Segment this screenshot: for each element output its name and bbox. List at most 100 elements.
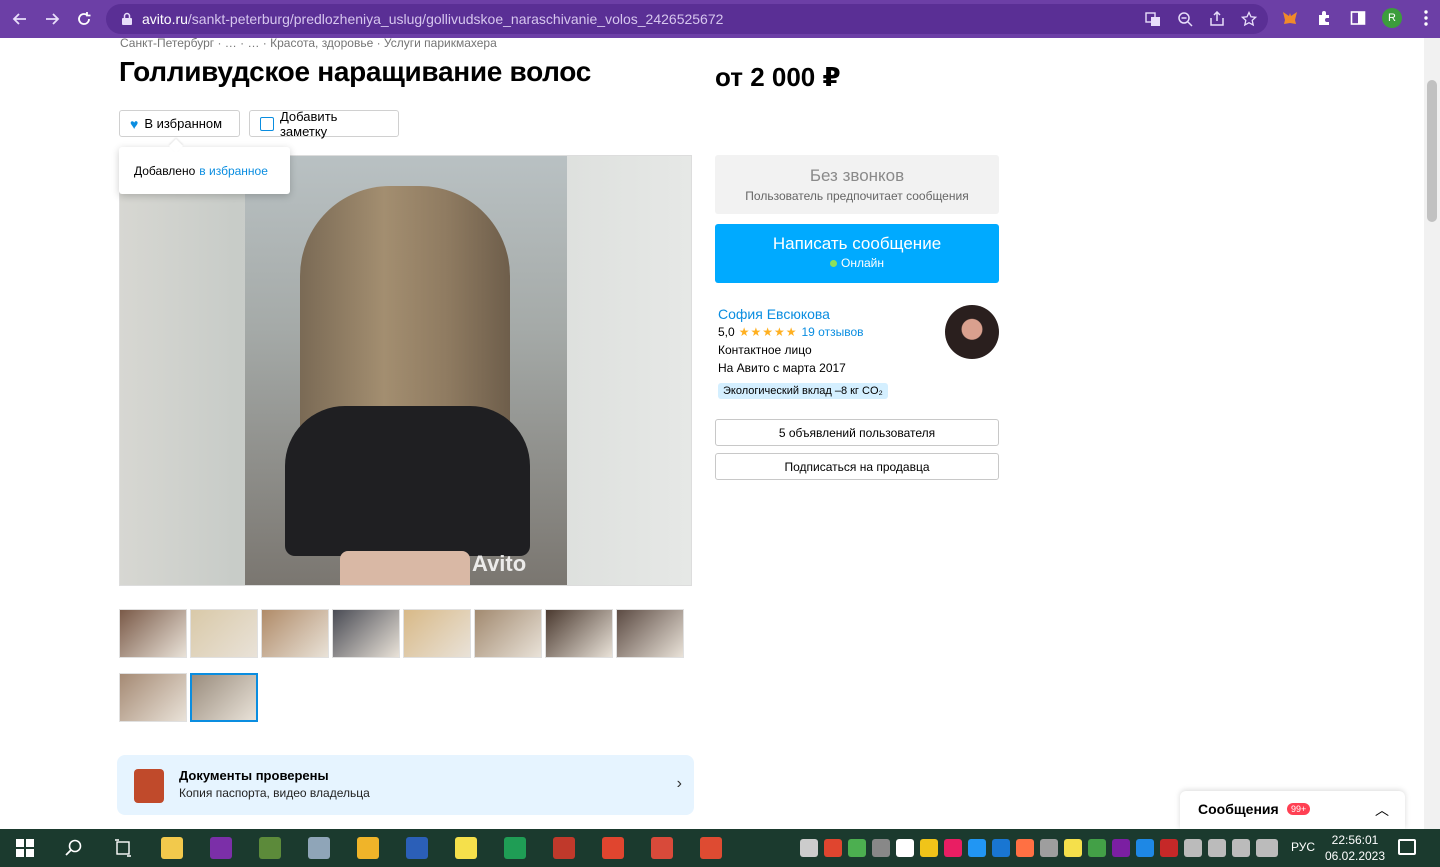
word-icon[interactable] — [392, 829, 441, 867]
price: от 2 000 ₽ — [715, 62, 841, 92]
subscribe-seller-button[interactable]: Подписаться на продавца — [715, 453, 999, 480]
tooltip-favorites-link[interactable]: в избранное — [199, 164, 268, 178]
task-view-icon[interactable] — [98, 829, 147, 867]
thumbnail[interactable] — [190, 609, 258, 658]
app-red-icon[interactable] — [539, 829, 588, 867]
profile-avatar[interactable]: R — [1382, 8, 1402, 28]
explorer-icon[interactable] — [343, 829, 392, 867]
window-icon[interactable] — [1040, 839, 1058, 857]
metamask-icon[interactable] — [1280, 8, 1300, 28]
notes-icon[interactable] — [920, 839, 938, 857]
battery-icon[interactable] — [1184, 839, 1202, 857]
seller-name-link[interactable]: София Евсюкова — [718, 306, 830, 322]
heart-icon: ♥ — [130, 115, 139, 132]
breadcrumb[interactable]: Санкт-Петербург · … · … · Красота, здоро… — [120, 38, 497, 50]
scrollbar-thumb[interactable] — [1427, 80, 1437, 222]
favorite-tooltip: Добавлено в избранное — [119, 147, 290, 194]
skype-icon[interactable] — [992, 839, 1010, 857]
photo-skin — [340, 551, 470, 585]
forward-icon[interactable] — [36, 3, 68, 35]
windows-start-icon[interactable] — [0, 829, 49, 867]
app-green-icon[interactable] — [245, 829, 294, 867]
language-indicator[interactable]: РУС — [1291, 840, 1315, 854]
add-note-button[interactable]: Добавить заметку — [249, 109, 399, 139]
docs-subtitle: Копия паспорта, видео владельца — [179, 786, 370, 800]
thumbnail[interactable] — [119, 673, 187, 722]
favorite-label: В избранном — [144, 116, 223, 131]
documents-verified-banner[interactable]: Документы проверены Копия паспорта, виде… — [117, 755, 694, 815]
online-dot-icon — [830, 260, 838, 267]
reviews-link[interactable]: 19 отзывов — [801, 325, 863, 339]
favorite-button[interactable]: ♥ В избранном — [119, 110, 240, 137]
telegram-icon[interactable] — [800, 839, 818, 857]
app-red-tray-icon[interactable] — [1160, 839, 1178, 857]
app-orange-icon[interactable] — [1016, 839, 1034, 857]
sticky-tray-icon[interactable] — [1064, 839, 1082, 857]
thumbnail-active[interactable] — [190, 673, 258, 722]
thumbnail[interactable] — [261, 609, 329, 658]
rating-value: 5,0 — [718, 325, 735, 339]
shield-icon[interactable] — [848, 839, 866, 857]
eco-badge[interactable]: Экологический вклад –8 кг CO₂ — [718, 383, 888, 399]
sticky-notes-icon[interactable] — [441, 829, 490, 867]
watermark-logo: Avito — [472, 551, 527, 576]
messages-panel[interactable]: Сообщения 99+ ︿ — [1180, 791, 1405, 829]
sheets-icon[interactable] — [490, 829, 539, 867]
write-message-button[interactable]: Написать сообщение Онлайн — [715, 224, 999, 283]
tray-chrome-icon[interactable] — [824, 839, 842, 857]
search-icon[interactable] — [49, 829, 98, 867]
onenote-icon[interactable] — [196, 829, 245, 867]
photo-image — [245, 156, 567, 585]
thumbnail[interactable] — [119, 609, 187, 658]
clock-time: 22:56:01 — [1331, 833, 1379, 847]
chrome-2-icon[interactable] — [686, 829, 735, 867]
app-green-tray-icon[interactable] — [1088, 839, 1106, 857]
passport-icon — [134, 769, 164, 803]
clock[interactable]: 22:56:01 06.02.2023 — [1322, 832, 1388, 864]
thumbnail[interactable] — [616, 609, 684, 658]
zoom-icon[interactable] — [1176, 10, 1194, 28]
back-icon[interactable] — [4, 3, 36, 35]
chrome-icon[interactable] — [588, 829, 637, 867]
app-grey-icon[interactable] — [294, 829, 343, 867]
seller-since: На Авито с марта 2017 — [718, 361, 846, 375]
keyboard-icon[interactable] — [1256, 839, 1278, 857]
main-photo[interactable]: Avito — [119, 155, 692, 586]
address-bar[interactable]: avito.ru/sankt-peterburg/predlozheniya_u… — [106, 4, 1268, 34]
menu-dots-icon[interactable] — [1416, 8, 1436, 28]
chrome-r-icon[interactable] — [637, 829, 686, 867]
share-icon[interactable] — [1208, 10, 1226, 28]
thumbnail[interactable] — [545, 609, 613, 658]
thumbnail[interactable] — [332, 609, 400, 658]
page-title: Голливудское наращивание волос — [119, 56, 592, 87]
online-status: Онлайн — [715, 256, 999, 270]
messages-badge: 99+ — [1287, 803, 1311, 815]
seller-role: Контактное лицо — [718, 343, 812, 357]
app-pink-icon[interactable] — [944, 839, 962, 857]
reload-icon[interactable] — [68, 3, 100, 35]
user-listings-button[interactable]: 5 объявлений пользователя — [715, 419, 999, 446]
docs-title: Документы проверены — [179, 768, 329, 783]
monitor-icon[interactable] — [872, 839, 890, 857]
chevron-right-icon: › — [676, 775, 682, 792]
translate-icon[interactable] — [1144, 10, 1162, 28]
volume-icon[interactable] — [1232, 839, 1250, 857]
thumbnail[interactable] — [403, 609, 471, 658]
screenshot-icon[interactable] — [968, 839, 986, 857]
onenote-tray-icon[interactable] — [1112, 839, 1130, 857]
document-icon[interactable] — [896, 839, 914, 857]
no-calls-title: Без звонков — [809, 166, 905, 185]
thumbnail[interactable] — [474, 609, 542, 658]
sidebar-icon[interactable] — [1348, 8, 1368, 28]
url-text: avito.ru/sankt-peterburg/predlozheniya_u… — [142, 11, 724, 27]
seller-rating: 5,0 ★★★★★ 19 отзывов — [718, 325, 864, 339]
chevron-up-icon[interactable]: ︿ — [1375, 800, 1389, 820]
fx-icon[interactable] — [1136, 839, 1154, 857]
bookmark-star-icon[interactable] — [1240, 10, 1258, 28]
seller-avatar[interactable] — [945, 305, 999, 359]
files-icon[interactable] — [147, 829, 196, 867]
page-scrollbar[interactable] — [1424, 38, 1440, 829]
extensions-icon[interactable] — [1314, 8, 1334, 28]
wifi-icon[interactable] — [1208, 839, 1226, 857]
notifications-icon[interactable] — [1398, 839, 1416, 855]
